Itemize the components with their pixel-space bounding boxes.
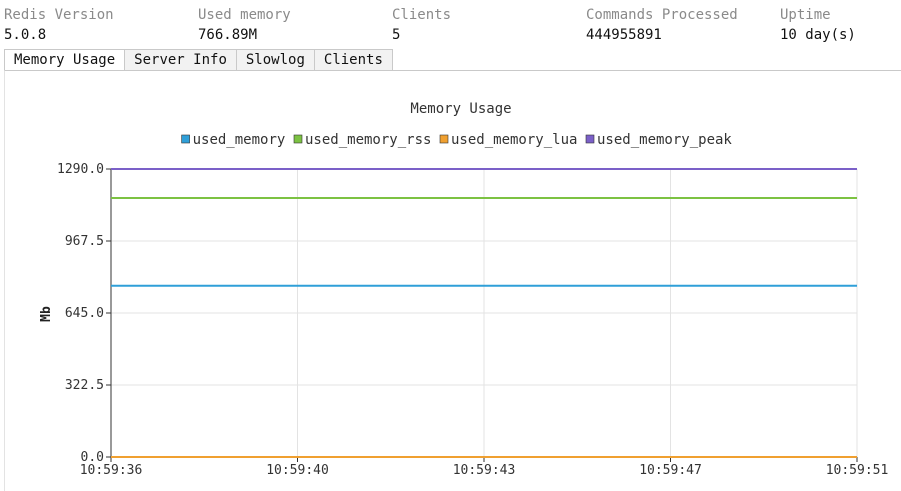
x-tick-label: 10:59:47 [639, 463, 702, 478]
legend-swatch [181, 134, 190, 144]
legend-label[interactable]: used_memory_rss [305, 132, 431, 148]
x-axis: 10:59:36 10:59:40 10:59:43 10:59:47 10:59:51 [80, 456, 889, 478]
x-tick-label: 10:59:51 [826, 463, 889, 478]
x-tick-label: 10:59:36 [80, 463, 143, 478]
legend-label[interactable]: used_memory_peak [597, 132, 732, 148]
chart-legend: used_memory used_memory_rss used_memory_lu… [181, 132, 732, 148]
legend-label[interactable]: used_memory [193, 132, 286, 148]
chart-grid [110, 168, 858, 458]
y-tick-label: 1290.0 [57, 162, 104, 177]
legend-swatch [585, 134, 595, 144]
x-tick-label: 10:59:43 [453, 463, 516, 478]
memory-usage-chart: Memory Usage used_memory used_memory_rss u… [39, 101, 889, 478]
y-tick-label: 322.5 [65, 378, 104, 393]
legend-swatch [293, 134, 303, 144]
y-axis-label: Mb [39, 306, 54, 322]
legend-swatch [439, 134, 449, 144]
y-axis: 1290.0967.5645.0322.50.0 [57, 162, 112, 465]
y-tick-label: 645.0 [65, 306, 104, 321]
chart-title: Memory Usage [410, 101, 511, 117]
legend-label[interactable]: used_memory_lua [451, 132, 577, 148]
x-tick-label: 10:59:40 [266, 463, 329, 478]
y-tick-label: 967.5 [65, 234, 104, 249]
